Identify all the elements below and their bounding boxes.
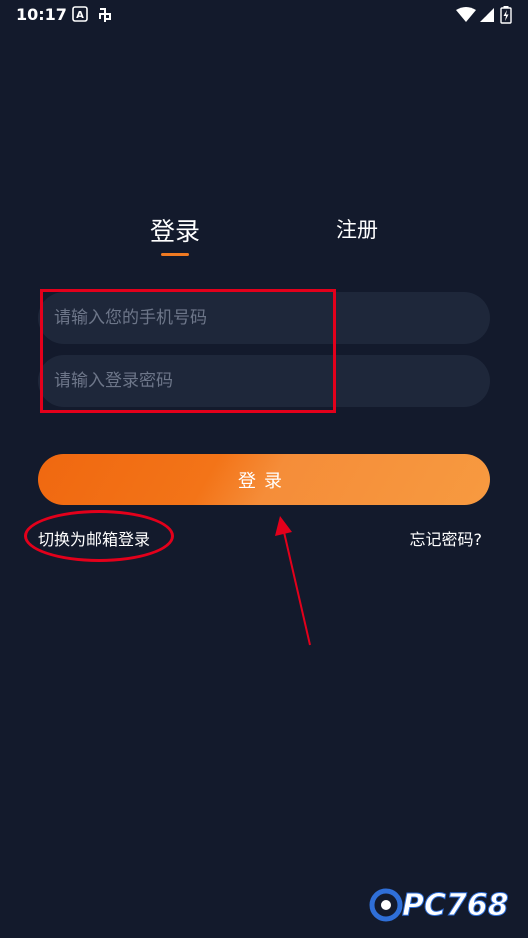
tab-login[interactable]: 登录 xyxy=(150,212,200,248)
status-time: 10:17 xyxy=(16,5,67,24)
svg-text:PC768: PC768 xyxy=(402,888,509,923)
forgot-password-link[interactable]: 忘记密码? xyxy=(410,526,483,550)
status-bar: 10:17 A xyxy=(0,0,528,30)
signal-icon xyxy=(479,7,495,27)
a-notification-icon: A xyxy=(72,6,88,26)
annotation-rectangle xyxy=(40,289,336,413)
battery-icon xyxy=(500,6,512,28)
tab-register[interactable]: 注册 xyxy=(336,214,378,244)
wifi-icon xyxy=(456,7,476,27)
login-button[interactable]: 登录 xyxy=(38,454,490,505)
app-notification-icon xyxy=(96,6,114,28)
annotation-arrow xyxy=(268,512,318,656)
annotation-ellipse xyxy=(24,510,174,562)
svg-text:A: A xyxy=(76,10,84,21)
tab-active-indicator xyxy=(161,253,189,256)
pc768-logo: PC768 xyxy=(368,882,524,932)
auth-tabs: 登录 注册 xyxy=(0,208,528,268)
